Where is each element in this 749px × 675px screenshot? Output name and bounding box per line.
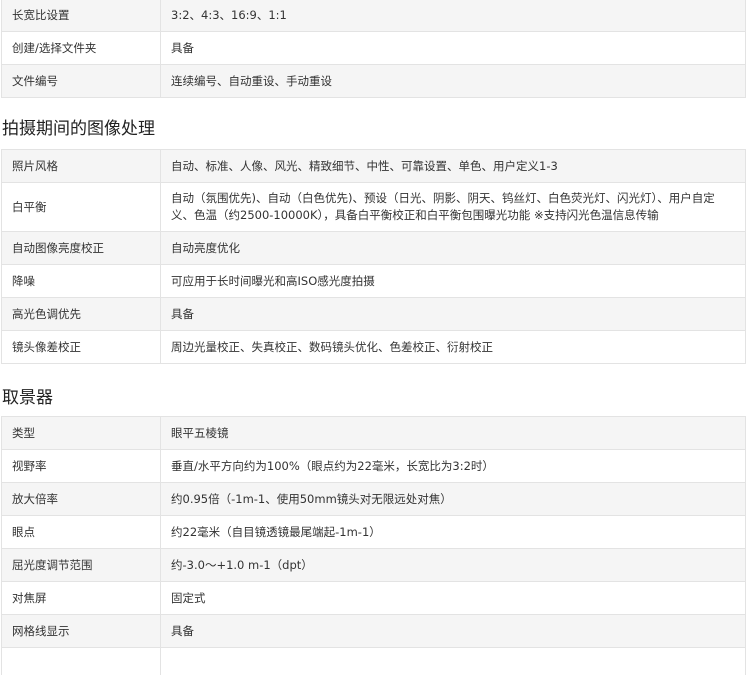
spec-label: 对焦屏: [1, 581, 161, 615]
spec-label: 白平衡: [1, 182, 161, 232]
spec-row: 对焦屏 固定式: [1, 581, 746, 615]
spec-value: 连续编号、自动重设、手动重设: [160, 64, 746, 98]
spec-value: 可应用于长时间曝光和高ISO感光度拍摄: [160, 264, 746, 298]
spec-label: 网格线显示: [1, 614, 161, 648]
spec-row: 照片风格 自动、标准、人像、风光、精致细节、中性、可靠设置、单色、用户定义1-3: [1, 149, 746, 183]
spec-value: 固定式: [160, 581, 746, 615]
spec-label: 屈光度调节范围: [1, 548, 161, 582]
spec-row: 屈光度调节范围 约-3.0～+1.0 m-1（dpt）: [1, 548, 746, 582]
spec-row: 长宽比设置 3:2、4:3、16:9、1:1: [1, 0, 746, 32]
spec-value: 具备: [160, 31, 746, 65]
spec-row: 网格线显示 具备: [1, 614, 746, 648]
spec-row: 创建/选择文件夹 具备: [1, 31, 746, 65]
spec-page: 长宽比设置 3:2、4:3、16:9、1:1 创建/选择文件夹 具备 文件编号 …: [0, 0, 749, 675]
spec-value: 具备: [160, 297, 746, 331]
spec-row: 视野率 垂直/水平方向约为100%（眼点约为22毫米，长宽比为3:2时）: [1, 449, 746, 483]
spec-label: 照片风格: [1, 149, 161, 183]
spec-table-image-processing: 照片风格 自动、标准、人像、风光、精致细节、中性、可靠设置、单色、用户定义1-3…: [1, 149, 746, 364]
spec-label: 创建/选择文件夹: [1, 31, 161, 65]
spec-label: [1, 647, 161, 675]
spec-row: 白平衡 自动（氛围优先)、自动（白色优先)、预设（日光、阴影、阴天、钨丝灯、白色…: [1, 182, 746, 232]
spec-row: 高光色调优先 具备: [1, 297, 746, 331]
spec-value: 垂直/水平方向约为100%（眼点约为22毫米，长宽比为3:2时）: [160, 449, 746, 483]
section-title-image-processing: 拍摄期间的图像处理: [2, 119, 155, 139]
spec-value: 自动、标准、人像、风光、精致细节、中性、可靠设置、单色、用户定义1-3: [160, 149, 746, 183]
spec-label: 镜头像差校正: [1, 330, 161, 364]
spec-value: 眼平五棱镜: [160, 416, 746, 450]
spec-label: 自动图像亮度校正: [1, 231, 161, 265]
spec-label: 眼点: [1, 515, 161, 549]
spec-row: 类型 眼平五棱镜: [1, 416, 746, 450]
spec-value: 约22毫米（自目镜透镜最尾端起-1m-1）: [160, 515, 746, 549]
spec-table-viewfinder: 类型 眼平五棱镜 视野率 垂直/水平方向约为100%（眼点约为22毫米，长宽比为…: [1, 416, 746, 675]
spec-row: 眼点 约22毫米（自目镜透镜最尾端起-1m-1）: [1, 515, 746, 549]
spec-value: 自动亮度优化: [160, 231, 746, 265]
spec-row: [1, 647, 746, 675]
spec-value: 周边光量校正、失真校正、数码镜头优化、色差校正、衍射校正: [160, 330, 746, 364]
spec-label: 降噪: [1, 264, 161, 298]
spec-value: 约0.95倍（-1m-1、使用50mm镜头对无限远处对焦）: [160, 482, 746, 516]
spec-row: 镜头像差校正 周边光量校正、失真校正、数码镜头优化、色差校正、衍射校正: [1, 330, 746, 364]
spec-value: 3:2、4:3、16:9、1:1: [160, 0, 746, 32]
spec-row: 放大倍率 约0.95倍（-1m-1、使用50mm镜头对无限远处对焦）: [1, 482, 746, 516]
section-title-viewfinder: 取景器: [2, 388, 53, 408]
spec-label: 长宽比设置: [1, 0, 161, 32]
spec-value: 具备: [160, 614, 746, 648]
spec-label: 类型: [1, 416, 161, 450]
spec-table-general: 长宽比设置 3:2、4:3、16:9、1:1 创建/选择文件夹 具备 文件编号 …: [1, 0, 746, 98]
spec-label: 高光色调优先: [1, 297, 161, 331]
spec-value: 约-3.0～+1.0 m-1（dpt）: [160, 548, 746, 582]
spec-label: 视野率: [1, 449, 161, 483]
spec-row: 文件编号 连续编号、自动重设、手动重设: [1, 64, 746, 98]
spec-label: 放大倍率: [1, 482, 161, 516]
spec-row: 降噪 可应用于长时间曝光和高ISO感光度拍摄: [1, 264, 746, 298]
spec-row: 自动图像亮度校正 自动亮度优化: [1, 231, 746, 265]
spec-value: 自动（氛围优先)、自动（白色优先)、预设（日光、阴影、阴天、钨丝灯、白色荧光灯、…: [160, 182, 746, 232]
spec-label: 文件编号: [1, 64, 161, 98]
spec-value: [160, 647, 746, 675]
